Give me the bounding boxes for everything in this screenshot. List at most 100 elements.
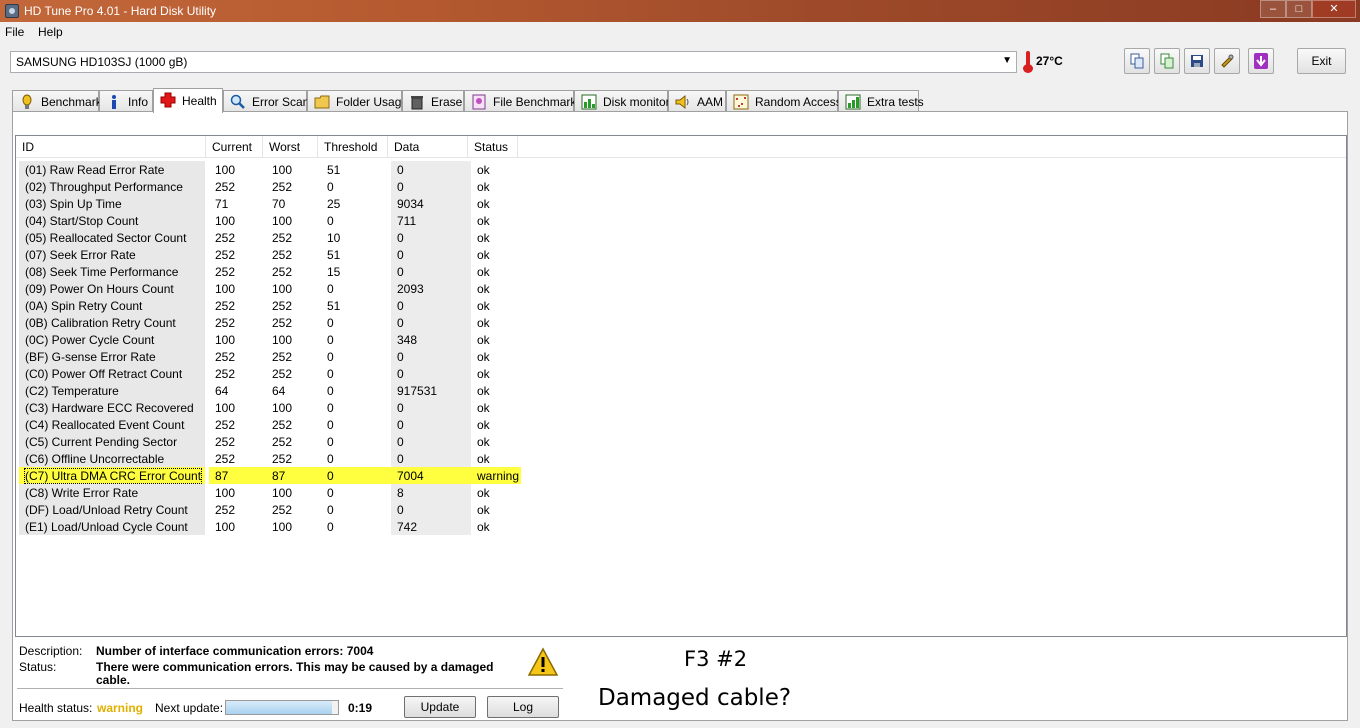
save-button[interactable] xyxy=(1184,48,1210,74)
tab-erase[interactable]: Erase xyxy=(402,90,464,112)
table-row[interactable]: (0C) Power Cycle Count 100 100 0 348 ok xyxy=(16,331,1346,348)
table-row[interactable]: (09) Power On Hours Count 100 100 0 2093 ok xyxy=(16,280,1346,297)
col-threshold-header[interactable]: Threshold xyxy=(318,136,388,158)
tab-random-access[interactable]: Random Access xyxy=(726,90,842,112)
col-current-cell: 252 xyxy=(215,231,236,245)
col-threshold-cell: 0 xyxy=(327,214,334,228)
col-current-cell: 252 xyxy=(215,180,236,194)
tab-label: Health xyxy=(182,94,217,108)
window-title: HD Tune Pro 4.01 - Hard Disk Utility xyxy=(24,4,217,18)
table-row[interactable]: (C8) Write Error Rate 100 100 0 8 ok xyxy=(16,484,1346,501)
col-worst-cell: 100 xyxy=(272,520,293,534)
update-button[interactable]: Update xyxy=(404,696,476,718)
options-button[interactable] xyxy=(1214,48,1240,74)
thermometer-icon xyxy=(1023,51,1033,73)
col-status-cell: ok xyxy=(477,180,490,194)
col-current-cell: 64 xyxy=(215,384,229,398)
col-status-cell: ok xyxy=(477,350,490,364)
table-row[interactable]: (BF) G-sense Error Rate 252 252 0 0 ok xyxy=(16,348,1346,365)
col-status-header[interactable]: Status xyxy=(468,136,518,158)
next-update-progress xyxy=(225,700,339,715)
col-data-cell: 917531 xyxy=(391,382,471,399)
menu-help[interactable]: Help xyxy=(38,25,63,39)
table-row[interactable]: (03) Spin Up Time 71 70 25 9034 ok xyxy=(16,195,1346,212)
col-id-cell: (C4) Reallocated Event Count xyxy=(19,416,205,433)
col-worst-cell: 100 xyxy=(272,333,293,347)
table-row[interactable]: (C5) Current Pending Sector 252 252 0 0 ok xyxy=(16,433,1346,450)
col-worst-cell: 252 xyxy=(272,367,293,381)
col-data-cell: 0 xyxy=(391,399,471,416)
exit-button[interactable]: Exit xyxy=(1297,48,1346,74)
description-text: Number of interface communication errors… xyxy=(96,644,374,658)
col-worst-header[interactable]: Worst xyxy=(263,136,318,158)
menu-file[interactable]: File xyxy=(5,25,24,39)
erase-icon xyxy=(411,96,423,110)
table-row[interactable]: (04) Start/Stop Count 100 100 0 711 ok xyxy=(16,212,1346,229)
close-button[interactable]: ✕ xyxy=(1312,0,1356,18)
menu-bar: File Help xyxy=(0,22,1360,42)
tab-label: Extra tests xyxy=(867,95,924,109)
col-data-header[interactable]: Data xyxy=(388,136,468,158)
col-threshold-cell: 0 xyxy=(327,333,334,347)
table-row[interactable]: (07) Seek Error Rate 252 252 51 0 ok xyxy=(16,246,1346,263)
table-row[interactable]: (C2) Temperature 64 64 0 917531 ok xyxy=(16,382,1346,399)
tab-folder-usage[interactable]: Folder Usage xyxy=(307,90,408,112)
col-status-cell: ok xyxy=(477,316,490,330)
col-status-cell: ok xyxy=(477,299,490,313)
col-worst-cell: 100 xyxy=(272,282,293,296)
status-text-line2: cable. xyxy=(96,673,131,687)
smart-table[interactable]: ID Current Worst Threshold Data Status (01) R… xyxy=(15,135,1347,637)
annotation-label: F3 #2 xyxy=(684,647,748,671)
col-data-cell: 0 xyxy=(391,365,471,382)
col-worst-cell: 100 xyxy=(272,486,293,500)
table-row[interactable]: (0A) Spin Retry Count 252 252 51 0 ok xyxy=(16,297,1346,314)
table-row[interactable]: (02) Throughput Performance 252 252 0 0 ok xyxy=(16,178,1346,195)
col-status-cell: ok xyxy=(477,486,490,500)
col-worst-cell: 252 xyxy=(272,350,293,364)
table-row[interactable]: (C7) Ultra DMA CRC Error Count 87 87 0 7004 w… xyxy=(16,467,1346,484)
tab-disk-monitor[interactable]: Disk monitor xyxy=(574,90,670,112)
col-id-cell: (02) Throughput Performance xyxy=(19,178,205,195)
col-id-cell: (08) Seek Time Performance xyxy=(19,263,205,280)
col-status-cell: ok xyxy=(477,265,490,279)
col-id-cell: (C8) Write Error Rate xyxy=(19,484,205,501)
table-row[interactable]: (C0) Power Off Retract Count 252 252 0 0 ok xyxy=(16,365,1346,382)
col-id-cell: (E1) Load/Unload Cycle Count xyxy=(19,518,205,535)
health-status-value: warning xyxy=(97,701,144,715)
col-id-header[interactable]: ID xyxy=(16,136,206,158)
tab-info[interactable]: Info xyxy=(99,90,153,112)
table-row[interactable]: (08) Seek Time Performance 252 252 15 0 ok xyxy=(16,263,1346,280)
copy-screenshot-icon xyxy=(1160,53,1174,69)
tab-error-scan[interactable]: Error Scan xyxy=(223,90,309,112)
copy-screenshot-button[interactable] xyxy=(1154,48,1180,74)
tab-health[interactable]: Health xyxy=(153,88,223,113)
table-row[interactable]: (C6) Offline Uncorrectable 252 252 0 0 ok xyxy=(16,450,1346,467)
tab-extra-tests[interactable]: Extra tests xyxy=(838,90,924,112)
tab-label: Benchmark xyxy=(41,95,102,109)
table-row[interactable]: (C3) Hardware ECC Recovered 100 100 0 0 ok xyxy=(16,399,1346,416)
col-id-cell: (0A) Spin Retry Count xyxy=(19,297,205,314)
copy-text-button[interactable] xyxy=(1124,48,1150,74)
table-row[interactable]: (05) Reallocated Sector Count 252 252 10 0 ok xyxy=(16,229,1346,246)
col-status-cell: ok xyxy=(477,333,490,347)
tab-file-benchmark[interactable]: File Benchmark xyxy=(464,90,576,112)
col-current-header[interactable]: Current xyxy=(206,136,263,158)
download-button[interactable] xyxy=(1248,48,1274,74)
save-icon xyxy=(1191,55,1203,67)
col-data-cell: 0 xyxy=(391,246,471,263)
tab-benchmark[interactable]: Benchmark xyxy=(12,90,102,112)
minimize-button[interactable]: – xyxy=(1260,0,1286,18)
table-row[interactable]: (C4) Reallocated Event Count 252 252 0 0 ok xyxy=(16,416,1346,433)
tab-aam[interactable]: AAM xyxy=(668,90,726,112)
col-threshold-cell: 10 xyxy=(327,231,341,245)
table-row[interactable]: (E1) Load/Unload Cycle Count 100 100 0 742 ok xyxy=(16,518,1346,535)
drive-select[interactable]: SAMSUNG HD103SJ (1000 gB) ▼ xyxy=(10,51,1017,73)
log-button[interactable]: Log xyxy=(487,696,559,718)
col-data-cell: 0 xyxy=(391,314,471,331)
table-row[interactable]: (DF) Load/Unload Retry Count 252 252 0 0 ok xyxy=(16,501,1346,518)
maximize-button[interactable]: □ xyxy=(1286,0,1312,18)
table-row[interactable]: (01) Raw Read Error Rate 100 100 51 0 ok xyxy=(16,161,1346,178)
table-row[interactable]: (0B) Calibration Retry Count 252 252 0 0 ok xyxy=(16,314,1346,331)
col-current-cell: 100 xyxy=(215,333,236,347)
col-current-cell: 252 xyxy=(215,299,236,313)
